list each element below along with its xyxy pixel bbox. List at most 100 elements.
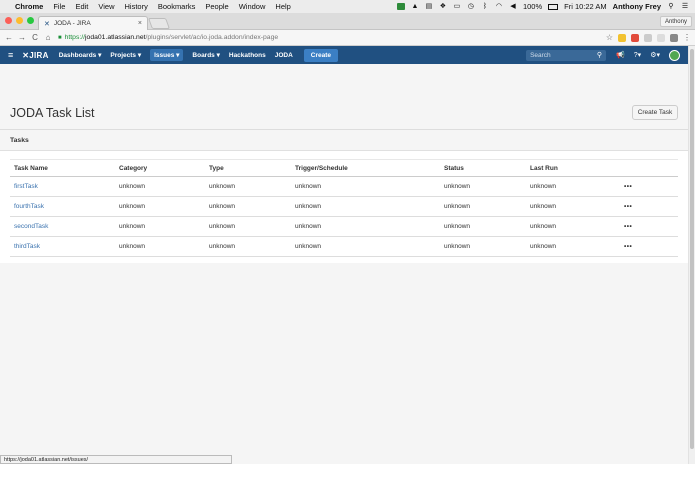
task-name-link[interactable]: thirdTask	[10, 236, 115, 257]
url-host: joda01.atlassian.net	[85, 34, 146, 41]
column-header-task-name[interactable]: Task Name	[10, 159, 115, 177]
spotlight-icon[interactable]: ⚲	[667, 3, 675, 10]
menu-people[interactable]: People	[205, 2, 228, 11]
table-row: firstTask unknown unknown unknown unknow…	[10, 176, 678, 197]
page-scrollbar[interactable]	[688, 46, 695, 464]
page-header	[0, 64, 688, 129]
address-bar-row: ← → C ⌂ ■ https:// joda01.atlassian.net …	[0, 30, 695, 46]
url-field[interactable]: ■ https:// joda01.atlassian.net /plugins…	[58, 34, 278, 41]
window-close-icon[interactable]	[5, 17, 12, 24]
search-placeholder: Search	[530, 51, 551, 59]
mac-user-name[interactable]: Anthony Frey	[613, 2, 661, 11]
more-actions-icon[interactable]: •••	[620, 216, 678, 237]
column-header-trigger[interactable]: Trigger/Schedule	[291, 159, 440, 177]
page-footer-area	[0, 263, 688, 464]
extension-1-icon[interactable]	[618, 33, 626, 42]
menu-chrome[interactable]: Chrome	[15, 2, 43, 11]
column-header-category[interactable]: Category	[115, 159, 205, 177]
new-tab-button[interactable]	[147, 18, 171, 29]
task-name-link[interactable]: fourthTask	[10, 196, 115, 217]
search-icon[interactable]: ⚲	[597, 51, 602, 59]
tab-close-icon[interactable]: ×	[138, 20, 142, 27]
more-actions-icon[interactable]: •••	[620, 196, 678, 217]
clock[interactable]: Fri 10:22 AM	[564, 2, 607, 11]
bluetooth-icon[interactable]: ᛒ	[481, 3, 489, 10]
nav-hackathons[interactable]: Hackathons	[229, 52, 266, 59]
more-actions-icon[interactable]: •••	[620, 176, 678, 197]
bookmark-star-icon[interactable]: ☆	[606, 33, 613, 42]
wifi-icon[interactable]: ◠	[495, 3, 503, 10]
nav-boards[interactable]: Boards ▾	[192, 51, 219, 59]
forward-icon[interactable]: →	[17, 33, 27, 42]
menu-bookmarks[interactable]: Bookmarks	[158, 2, 196, 11]
task-type: unknown	[205, 196, 291, 217]
extension-3-icon[interactable]	[644, 33, 652, 42]
scrollbar-thumb[interactable]	[690, 49, 694, 449]
help-icon[interactable]: ?▾	[634, 51, 641, 59]
menu-view[interactable]: View	[98, 2, 114, 11]
jira-logo[interactable]: ✕JIRA	[22, 51, 48, 60]
menu-help[interactable]: Help	[275, 2, 290, 11]
create-issue-button[interactable]: Create	[303, 48, 339, 62]
extension-2-icon[interactable]	[631, 33, 639, 42]
tray-drive-icon[interactable]: ▲	[411, 3, 419, 10]
column-header-status[interactable]: Status	[440, 159, 526, 177]
task-status: unknown	[440, 176, 526, 197]
nav-dashboards[interactable]: Dashboards ▾	[59, 51, 102, 59]
more-actions-icon[interactable]: •••	[620, 236, 678, 257]
notifications-icon[interactable]: 📢	[616, 51, 625, 59]
nav-projects[interactable]: Projects ▾	[110, 51, 141, 59]
tray-menu-icon[interactable]: ▤	[425, 3, 433, 10]
reload-icon[interactable]: C	[30, 33, 40, 42]
task-name-link[interactable]: secondTask	[10, 216, 115, 237]
search-input[interactable]: Search ⚲	[526, 49, 607, 61]
url-path: /plugins/servlet/ac/io.joda.addon/index-…	[145, 34, 279, 41]
url-scheme: https://	[64, 34, 86, 41]
window-minimize-icon[interactable]	[16, 17, 23, 24]
chrome-menu-icon[interactable]: ⋮	[683, 33, 691, 42]
user-avatar[interactable]	[669, 49, 680, 61]
battery-percent: 100%	[522, 2, 543, 11]
browser-tab-strip: ✕ JODA - JIRA × Anthony	[0, 13, 695, 30]
task-type: unknown	[205, 176, 291, 197]
volume-icon[interactable]: ◀	[509, 3, 517, 10]
task-category: unknown	[115, 216, 205, 237]
back-icon[interactable]: ←	[4, 33, 14, 42]
task-last-run: unknown	[526, 216, 620, 237]
browser-tab-joda[interactable]: ✕ JODA - JIRA ×	[38, 16, 148, 30]
battery-icon[interactable]	[548, 3, 559, 10]
airplay-icon[interactable]: ▭	[453, 3, 461, 10]
tray-dropbox-icon[interactable]: ❖	[439, 3, 447, 10]
nav-joda[interactable]: JODA	[275, 52, 293, 59]
tray-app-icon[interactable]	[396, 3, 405, 10]
create-task-button[interactable]: Create Task	[632, 105, 678, 120]
toolbar-extensions: ☆ ⋮	[606, 33, 691, 42]
task-category: unknown	[115, 176, 205, 197]
extension-5-icon[interactable]	[670, 33, 678, 42]
mac-menu-bar: Chrome File Edit View History Bookmarks …	[0, 0, 695, 13]
home-icon[interactable]: ⌂	[43, 33, 53, 42]
column-header-type[interactable]: Type	[205, 159, 291, 177]
task-name-link[interactable]: firstTask	[10, 176, 115, 197]
menu-edit[interactable]: Edit	[75, 2, 88, 11]
task-trigger: unknown	[291, 196, 440, 217]
task-type: unknown	[205, 236, 291, 257]
notification-center-icon[interactable]: ☰	[681, 3, 689, 10]
task-trigger: unknown	[291, 216, 440, 237]
tab-title: JODA - JIRA	[53, 20, 91, 27]
menu-file[interactable]: File	[53, 2, 65, 11]
app-switcher-icon[interactable]: ≡	[8, 50, 13, 60]
task-status: unknown	[440, 236, 526, 257]
link-hover-status: https://joda01.atlassian.net/issues/	[0, 455, 232, 464]
column-header-last-run[interactable]: Last Run	[526, 159, 620, 177]
menu-history[interactable]: History	[125, 2, 148, 11]
profile-button[interactable]: Anthony	[659, 16, 692, 27]
nav-issues[interactable]: Issues ▾	[150, 49, 184, 61]
settings-gear-icon[interactable]: ⚙▾	[650, 51, 660, 59]
task-category: unknown	[115, 236, 205, 257]
lock-icon: ■	[58, 34, 62, 41]
timemachine-icon[interactable]: ◷	[467, 3, 475, 10]
extension-4-icon[interactable]	[657, 33, 665, 42]
menu-window[interactable]: Window	[239, 2, 266, 11]
window-maximize-icon[interactable]	[27, 17, 34, 24]
